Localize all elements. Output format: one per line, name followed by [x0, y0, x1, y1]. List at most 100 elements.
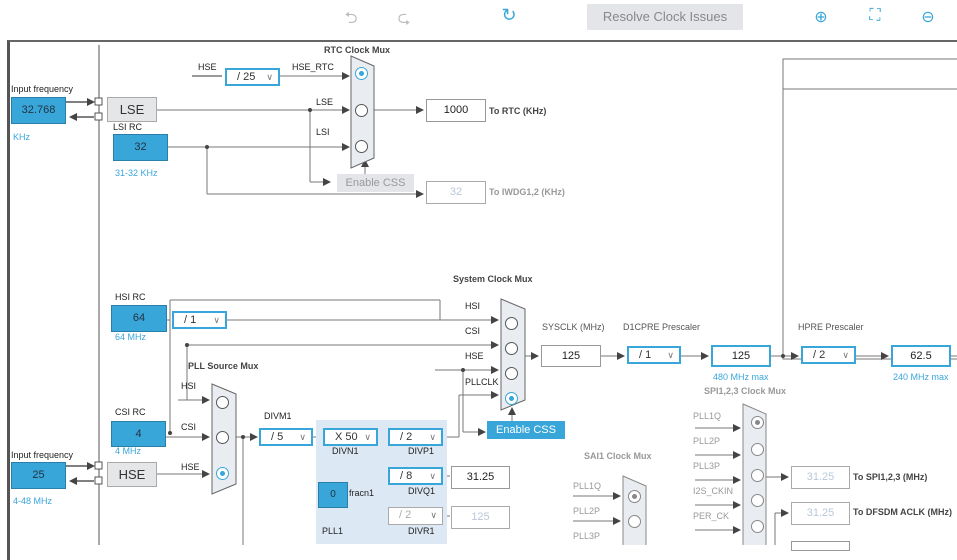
- divp1-dropdown[interactable]: / 2 ∨: [388, 428, 443, 446]
- spi-input-pll3p: PLL3P: [693, 461, 721, 471]
- divq1-dropdown[interactable]: / 8 ∨: [388, 467, 443, 485]
- divm1-dropdown[interactable]: / 5 ∨: [259, 428, 313, 446]
- sai1-radio-pll1q[interactable]: [628, 490, 641, 503]
- rtc-hse-divider-dropdown[interactable]: / 25 ∨: [225, 68, 280, 86]
- sai1-radio-pll2p[interactable]: [628, 515, 641, 528]
- rtc-radio-lse[interactable]: [355, 104, 368, 117]
- spi-input-pll2p: PLL2P: [693, 436, 721, 446]
- sys-radio-hse[interactable]: [505, 367, 518, 380]
- divr1-label: DIVR1: [408, 526, 435, 536]
- d1cpre-value: / 1: [639, 349, 652, 361]
- hpre-label: HPRE Prescaler: [798, 322, 864, 332]
- hse-input-frequency[interactable]: 25: [11, 462, 66, 489]
- d1cpre-dropdown[interactable]: / 1 ∨: [627, 346, 681, 364]
- divq1-value: / 8: [400, 470, 413, 482]
- pll-source-mux-title: PLL Source Mux: [188, 361, 259, 371]
- spi-radio-pll2p[interactable]: [751, 443, 764, 456]
- lse-input-frequency[interactable]: 32.768: [11, 97, 66, 124]
- spi-mux-title: SPI1,2,3 Clock Mux: [704, 386, 787, 396]
- csi-label: CSI RC: [115, 407, 146, 417]
- hse-range: 4-48 MHz: [13, 496, 53, 506]
- chevron-down-icon: ∨: [364, 432, 371, 442]
- pll-radio-csi[interactable]: [216, 431, 229, 444]
- sys-input-csi: CSI: [465, 326, 481, 336]
- fracn1-value[interactable]: 0: [318, 482, 348, 508]
- divq1-label: DIVQ1: [408, 486, 436, 496]
- divp1-value: / 2: [400, 431, 413, 443]
- d1cpre-output[interactable]: 125: [711, 345, 771, 367]
- lse-oscillator: LSE: [107, 97, 157, 122]
- divp1-label: DIVP1: [408, 446, 435, 456]
- divr1-output: 125: [451, 506, 510, 529]
- rtc-output-label: To RTC (KHz): [489, 106, 547, 116]
- divn1-dropdown[interactable]: X 50 ∨: [323, 428, 378, 446]
- pll-input-hse: HSE: [181, 462, 200, 472]
- next-output-box: [791, 541, 850, 551]
- lsi-label: LSI RC: [113, 122, 143, 132]
- fracn1-label: fracn1: [349, 488, 375, 498]
- d1cpre-label: D1CPRE Prescaler: [623, 322, 701, 332]
- pll-input-csi: CSI: [181, 422, 197, 432]
- sai1-mux-shape: [622, 475, 647, 545]
- rtc-radio-hse[interactable]: [355, 67, 368, 80]
- hpre-dropdown[interactable]: / 2 ∨: [801, 346, 856, 364]
- hsi-value: 64: [111, 305, 167, 332]
- sai1-mux-title: SAI1 Clock Mux: [584, 451, 652, 461]
- hsi-range: 64 MHz: [115, 332, 147, 342]
- sys-radio-hsi[interactable]: [505, 317, 518, 330]
- spi-radio-per-ck[interactable]: [751, 520, 764, 533]
- sai1-input-pll3p: PLL3P: [573, 531, 601, 541]
- rtc-lse-label: LSE: [316, 97, 334, 107]
- hpre-value: / 2: [813, 349, 826, 361]
- d1cpre-max: 480 MHz max: [713, 372, 769, 382]
- sys-input-hsi: HSI: [465, 301, 481, 311]
- chevron-down-icon: ∨: [429, 471, 436, 481]
- chevron-down-icon: ∨: [667, 350, 674, 360]
- chevron-down-icon: ∨: [430, 510, 437, 520]
- sai1-input-pll2p: PLL2P: [573, 506, 601, 516]
- hsi-label: HSI RC: [115, 292, 146, 302]
- lsi-range: 31-32 KHz: [115, 168, 158, 178]
- spi-radio-pll1q[interactable]: [751, 416, 764, 429]
- lse-unit: KHz: [13, 132, 31, 142]
- chevron-down-icon: ∨: [266, 72, 273, 82]
- chevron-down-icon: ∨: [299, 432, 306, 442]
- hse-rtc-label: HSE_RTC: [292, 62, 334, 72]
- rtc-enable-css-button[interactable]: Enable CSS: [337, 174, 414, 192]
- sysclk-value[interactable]: 125: [541, 345, 601, 367]
- sysclk-label: SYSCLK (MHz): [542, 322, 605, 332]
- hse-input-label: Input frequency: [11, 450, 74, 460]
- divn1-label: DIVN1: [332, 446, 359, 456]
- system-mux-title: System Clock Mux: [453, 274, 533, 284]
- chevron-down-icon: ∨: [213, 315, 220, 325]
- chevron-down-icon: ∨: [842, 350, 849, 360]
- sys-radio-csi[interactable]: [505, 342, 518, 355]
- pll-radio-hsi[interactable]: [216, 396, 229, 409]
- lse-input-label: Input frequency: [11, 84, 74, 94]
- hsi-divider-dropdown[interactable]: / 1 ∨: [172, 311, 227, 329]
- spi-radio-i2s-ckin[interactable]: [751, 494, 764, 507]
- spi-input-i2s-ckin: I2S_CKIN: [693, 486, 734, 496]
- spi-output-label: To SPI1,2,3 (MHz): [853, 472, 928, 482]
- rtc-hse-label: HSE: [198, 62, 217, 72]
- divn1-value: X 50: [335, 431, 358, 443]
- pll1-label: PLL1: [322, 526, 344, 536]
- rtc-divider-value: / 25: [237, 71, 256, 83]
- pll-radio-hse[interactable]: [216, 467, 229, 480]
- pll-input-hsi: HSI: [181, 381, 197, 391]
- divr1-dropdown[interactable]: / 2 ∨: [388, 507, 443, 525]
- chevron-down-icon: ∨: [429, 432, 436, 442]
- iwdg-output: 32: [426, 181, 486, 204]
- sys-enable-css-button[interactable]: Enable CSS: [487, 421, 565, 439]
- sys-input-pllclk: PLLCLK: [465, 377, 499, 387]
- csi-value: 4: [111, 421, 166, 447]
- spi-input-pll1q: PLL1Q: [693, 411, 722, 421]
- rtc-radio-lsi[interactable]: [355, 140, 368, 153]
- hpre-output[interactable]: 62.5: [891, 345, 951, 367]
- rtc-mux-title: RTC Clock Mux: [324, 45, 391, 55]
- divq1-output: 31.25: [451, 466, 510, 489]
- spi-radio-pll3p[interactable]: [751, 469, 764, 482]
- hse-oscillator: HSE: [107, 462, 157, 487]
- sys-radio-pllclk[interactable]: [505, 392, 518, 405]
- spi-input-per-ck: PER_CK: [693, 511, 730, 521]
